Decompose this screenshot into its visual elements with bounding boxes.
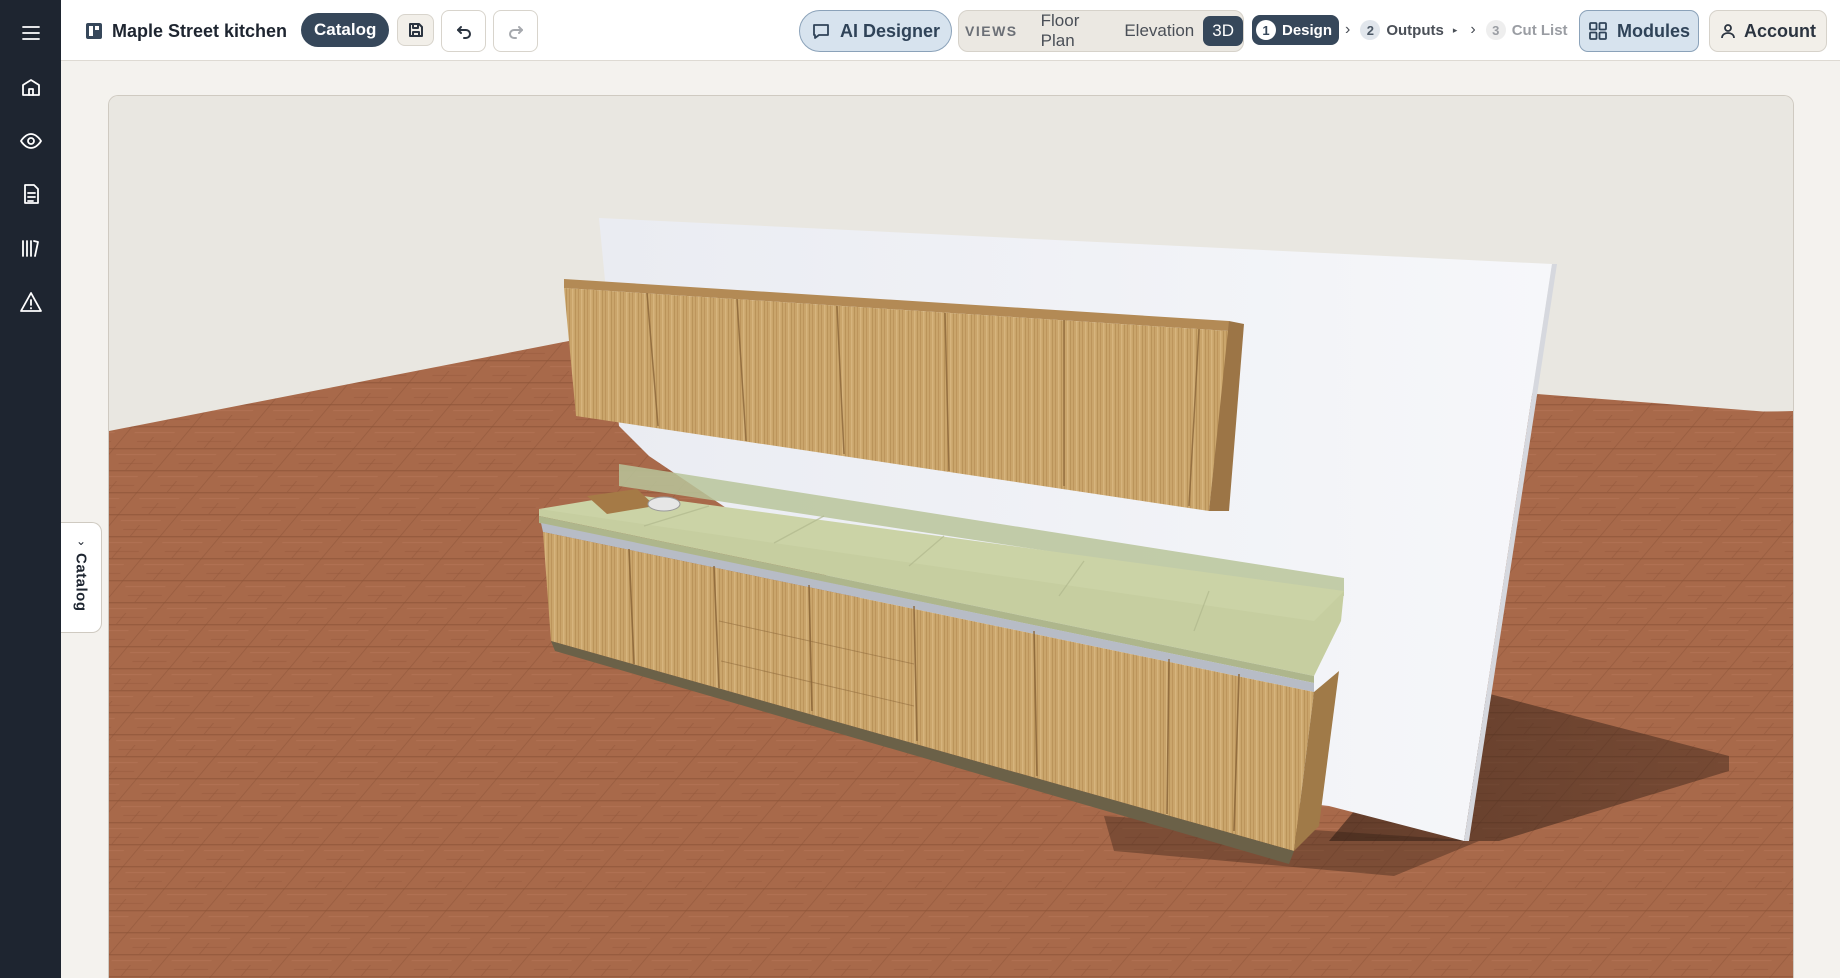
step-outputs[interactable]: 2 Outputs ▸ bbox=[1356, 15, 1464, 45]
catalog-button[interactable]: Catalog bbox=[301, 13, 390, 47]
project-icon bbox=[86, 23, 102, 39]
redo-button[interactable] bbox=[493, 10, 538, 52]
left-rail bbox=[0, 0, 61, 978]
home-icon[interactable] bbox=[12, 68, 50, 106]
step-label: Cut List bbox=[1511, 21, 1568, 39]
tab-elevation[interactable]: Elevation bbox=[1115, 16, 1203, 46]
bowl bbox=[647, 496, 681, 512]
catalog-drawer-toggle[interactable]: ⌄ Catalog bbox=[61, 522, 102, 633]
undo-icon bbox=[456, 26, 471, 39]
user-icon bbox=[1721, 24, 1735, 39]
tab-floor-plan[interactable]: Floor Plan bbox=[1032, 11, 1116, 50]
project-title[interactable]: Maple Street kitchen bbox=[85, 18, 287, 44]
kitchen-3d-render bbox=[109, 96, 1793, 978]
account-label: Account bbox=[1744, 20, 1816, 41]
library-icon[interactable] bbox=[12, 229, 50, 267]
step-label: Design bbox=[1282, 21, 1333, 39]
views-label: VIEWS bbox=[965, 23, 1018, 39]
step-label: Outputs bbox=[1386, 21, 1444, 39]
step-design[interactable]: 1 Design bbox=[1252, 15, 1340, 45]
chevron-down-icon: ⌄ bbox=[75, 534, 87, 548]
chevron-right-icon: › bbox=[1345, 21, 1351, 38]
ai-designer-label: AI Designer bbox=[839, 20, 941, 41]
modules-button[interactable]: Modules bbox=[1579, 10, 1699, 52]
top-bar: Maple Street kitchen Catalog AI Designer… bbox=[61, 0, 1840, 61]
step-number: 1 bbox=[1256, 20, 1276, 40]
grid-icon bbox=[1589, 22, 1607, 40]
views-switcher: VIEWS Floor Plan Elevation 3D bbox=[958, 10, 1244, 52]
3d-viewport[interactable] bbox=[108, 95, 1794, 978]
save-button[interactable] bbox=[397, 14, 434, 46]
eye-icon[interactable] bbox=[12, 122, 50, 160]
save-icon bbox=[408, 23, 423, 37]
account-button[interactable]: Account bbox=[1709, 10, 1827, 52]
step-number: 2 bbox=[1360, 20, 1381, 40]
ai-designer-button[interactable]: AI Designer bbox=[799, 10, 952, 52]
step-number: 3 bbox=[1485, 20, 1506, 40]
warning-icon[interactable] bbox=[12, 283, 50, 321]
redo-icon bbox=[508, 26, 523, 39]
chevron-right-icon: › bbox=[1470, 21, 1476, 38]
undo-button[interactable] bbox=[441, 10, 486, 52]
project-name: Maple Street kitchen bbox=[112, 20, 288, 41]
modules-label: Modules bbox=[1616, 20, 1690, 41]
document-icon[interactable] bbox=[12, 175, 50, 213]
tab-3d[interactable]: 3D bbox=[1203, 16, 1243, 46]
step-cut-list[interactable]: 3 Cut List bbox=[1482, 15, 1575, 45]
caret-right-icon: ▸ bbox=[1452, 24, 1458, 35]
workflow-steps: 1 Design › 2 Outputs ▸ › 3 Cut List bbox=[1252, 15, 1575, 45]
catalog-drawer-label: Catalog bbox=[72, 553, 90, 612]
chat-icon bbox=[813, 24, 829, 39]
menu-icon[interactable] bbox=[12, 14, 50, 52]
